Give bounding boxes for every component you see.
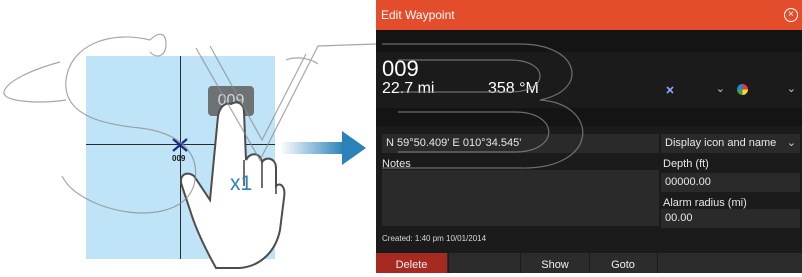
goto-button[interactable]: Goto — [590, 253, 656, 273]
button-divider — [448, 253, 449, 273]
button-divider — [520, 253, 521, 273]
chevron-down-icon: ⌄ — [786, 137, 796, 149]
waypoint-icon-select[interactable]: ⌄ — [659, 80, 729, 100]
waypoint-cross-icon — [666, 86, 674, 94]
dialog-title: Edit Waypoint — [381, 8, 455, 22]
notes-field[interactable] — [382, 170, 659, 226]
dialog-action-bar: Delete Show Goto — [376, 253, 802, 273]
close-icon[interactable]: × — [784, 8, 798, 22]
color-wheel-icon — [737, 84, 748, 95]
separator-band — [376, 108, 802, 126]
chevron-down-icon: ⌄ — [786, 83, 796, 95]
bearing-value: 358 °M — [488, 80, 539, 97]
flow-arrow-icon — [280, 131, 366, 165]
depth-label: Depth (ft) — [663, 158, 709, 170]
tap-illustration: 009 009 x1 — [0, 0, 370, 273]
dialog-titlebar: Edit Waypoint × — [376, 0, 802, 30]
alarm-radius-field[interactable]: 00.00 — [661, 209, 800, 228]
alarm-radius-label: Alarm radius (mi) — [663, 197, 747, 209]
tap-count-label: x1 — [230, 172, 253, 195]
show-button[interactable]: Show — [522, 253, 588, 273]
delete-button[interactable]: Delete — [376, 253, 447, 273]
created-timestamp: Created: 1:40 pm 10/01/2014 — [382, 234, 487, 243]
display-mode-value: Display icon and name — [665, 137, 777, 149]
edit-waypoint-dialog: Edit Waypoint × 009 22.7 mi 358 °M ⌄ ⌄ N… — [376, 0, 802, 273]
distance-value: 22.7 mi — [382, 80, 435, 97]
position-field[interactable]: N 59°50.409' E 010°34.545' — [382, 134, 659, 153]
waypoint-name-field[interactable]: 009 — [382, 56, 419, 82]
waypoint-color-select[interactable]: ⌄ — [732, 80, 800, 100]
notes-label: Notes — [382, 158, 411, 170]
header-band — [376, 30, 802, 52]
display-mode-select[interactable]: Display icon and name ⌄ — [661, 134, 800, 153]
chevron-down-icon: ⌄ — [715, 83, 725, 95]
depth-field[interactable]: 00000.00 — [661, 173, 800, 192]
button-divider — [657, 253, 658, 273]
